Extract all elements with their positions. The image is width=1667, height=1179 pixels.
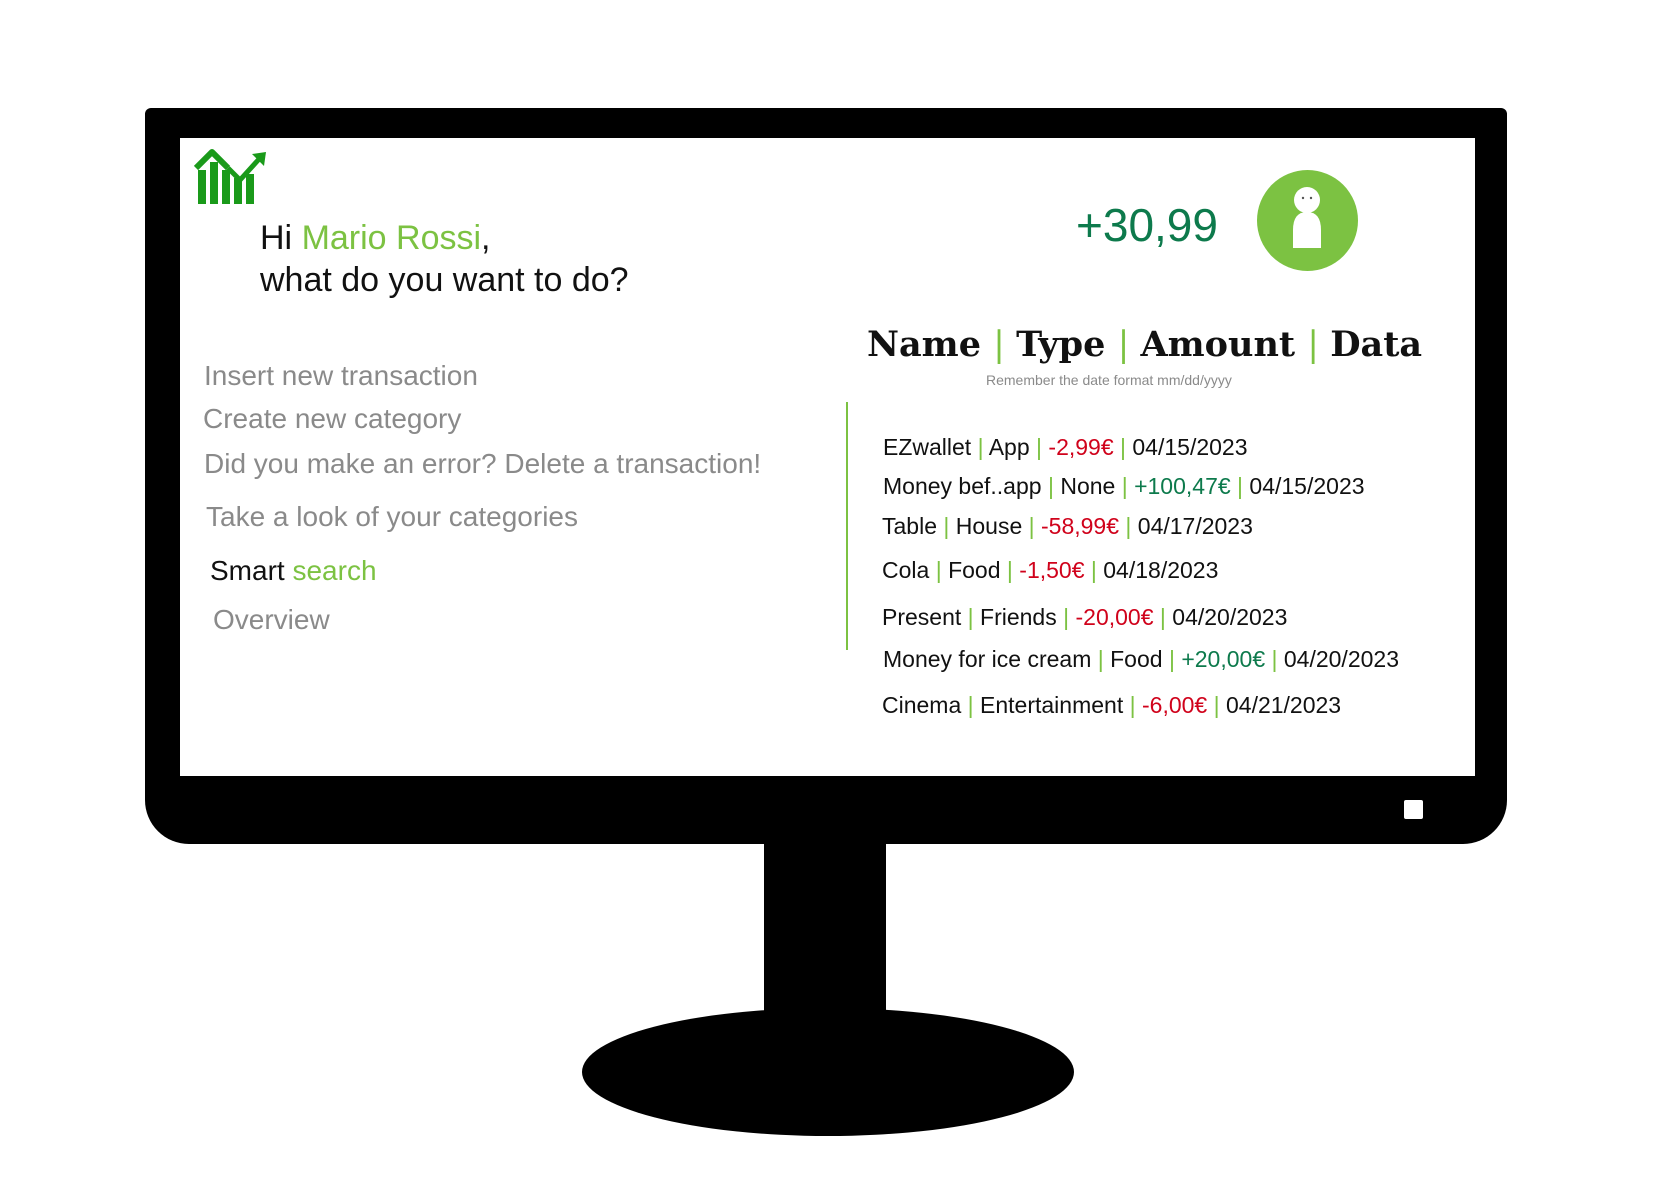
tx-date: 04/20/2023 — [1172, 604, 1288, 630]
column-header-data: Data — [1330, 324, 1423, 365]
menu-smart-search[interactable]: Smart search — [210, 555, 377, 587]
column-header-name: Name — [867, 324, 981, 365]
tx-type: None — [1060, 473, 1116, 499]
tx-name: Money for ice cream — [883, 646, 1092, 672]
transaction-row[interactable]: Table | House | -58,99€ | 04/17/2023 — [882, 513, 1253, 540]
tx-amount: -1,50€ — [1019, 557, 1085, 583]
transaction-row[interactable]: Money bef..app | None | +100,47€ | 04/15… — [883, 473, 1365, 500]
monitor-illustration: Hi Mario Rossi, what do you want to do? … — [0, 0, 1667, 1179]
user-name: Mario Rossi — [301, 219, 482, 257]
tx-name: EZwallet — [883, 434, 972, 460]
column-header-type: Type — [1016, 324, 1106, 365]
tx-amount: +20,00€ — [1181, 646, 1266, 672]
greeting-line-1: Hi Mario Rossi, — [260, 217, 629, 259]
tx-name: Cinema — [882, 692, 962, 718]
tx-date: 04/18/2023 — [1103, 557, 1219, 583]
tx-type: App — [988, 434, 1030, 460]
transaction-row[interactable]: Cola | Food | -1,50€ | 04/18/2023 — [882, 557, 1218, 584]
balance-value: +30,99 — [1076, 199, 1218, 251]
app-screen: Hi Mario Rossi, what do you want to do? … — [180, 138, 1475, 776]
tx-date: 04/15/2023 — [1132, 434, 1248, 460]
tx-amount: -20,00€ — [1075, 604, 1154, 630]
greeting: Hi Mario Rossi, what do you want to do? — [260, 217, 629, 301]
monitor-power-button — [1404, 800, 1423, 819]
user-avatar-icon[interactable] — [1257, 170, 1358, 271]
tx-name: Present — [882, 604, 962, 630]
menu-view-categories[interactable]: Take a look of your categories — [206, 501, 578, 533]
monitor-stand-base — [582, 1008, 1074, 1136]
smart-search-accent: search — [292, 555, 377, 586]
greeting-suffix: , — [481, 219, 491, 257]
menu-delete-transaction[interactable]: Did you make an error? Delete a transact… — [204, 448, 761, 480]
smart-search-prefix: Smart — [210, 555, 293, 586]
tx-name: Table — [882, 513, 937, 539]
tx-name: Cola — [882, 557, 930, 583]
bar-chart-trend-icon[interactable] — [192, 146, 268, 208]
column-header-amount: Amount — [1140, 324, 1296, 365]
tx-amount: -58,99€ — [1041, 513, 1120, 539]
tx-type: Food — [1110, 646, 1163, 672]
tx-type: Friends — [980, 604, 1057, 630]
tx-amount: -2,99€ — [1048, 434, 1114, 460]
transaction-row[interactable]: Present | Friends | -20,00€ | 04/20/2023 — [882, 604, 1287, 631]
section-divider — [846, 402, 848, 650]
menu-overview[interactable]: Overview — [213, 604, 330, 636]
monitor-stand-neck — [764, 840, 886, 1020]
transaction-row[interactable]: Money for ice cream | Food | +20,00€ | 0… — [883, 646, 1399, 673]
date-format-hint: Remember the date format mm/dd/yyyy — [986, 372, 1232, 388]
transaction-row[interactable]: EZwallet | App | -2,99€ | 04/15/2023 — [883, 434, 1248, 461]
transaction-row[interactable]: Cinema | Entertainment | -6,00€ | 04/21/… — [882, 692, 1341, 719]
greeting-question: what do you want to do? — [260, 261, 629, 299]
tx-amount: +100,47€ — [1134, 473, 1231, 499]
tx-amount: -6,00€ — [1142, 692, 1208, 718]
tx-date: 04/21/2023 — [1225, 692, 1342, 718]
greeting-prefix: Hi — [260, 219, 302, 257]
tx-date: 04/17/2023 — [1137, 513, 1253, 539]
menu-insert-transaction[interactable]: Insert new transaction — [204, 360, 478, 392]
table-header: Name | Type | Amount | Data — [867, 324, 1423, 365]
menu-create-category[interactable]: Create new category — [203, 403, 461, 435]
tx-name: Money bef..app — [883, 473, 1042, 499]
tx-type: House — [955, 513, 1023, 539]
tx-type: Entertainment — [980, 692, 1124, 718]
tx-date: 04/20/2023 — [1283, 646, 1399, 672]
tx-date: 04/15/2023 — [1249, 473, 1365, 499]
tx-type: Food — [948, 557, 1001, 583]
